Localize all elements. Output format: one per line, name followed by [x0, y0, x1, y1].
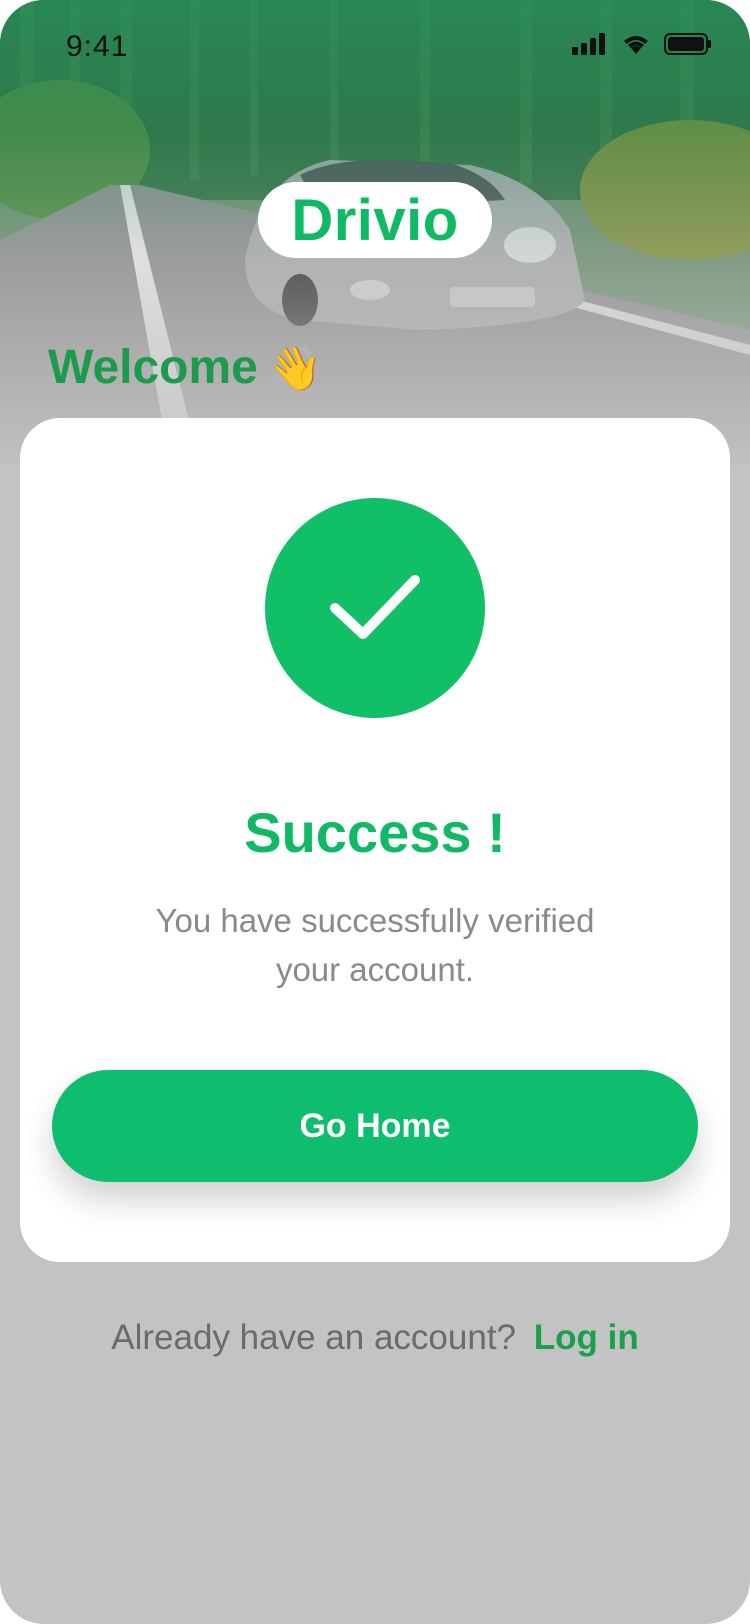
signal-icon	[572, 33, 605, 55]
welcome-text: Welcome	[48, 341, 258, 394]
checkmark-icon	[330, 575, 420, 639]
brand-logo: Drivio	[258, 182, 492, 258]
success-message: You have successfully verified your acco…	[155, 902, 595, 988]
phone-screen: 9:41 Drivio Welcome 👋 Success ! You have…	[0, 0, 750, 1624]
status-bar: 9:41	[0, 0, 750, 96]
success-card: Success ! You have successfully verified…	[20, 418, 730, 1262]
go-home-button[interactable]: Go Home	[52, 1070, 698, 1182]
battery-icon	[664, 33, 711, 55]
login-prompt: Already have an account? Log in	[0, 1318, 750, 1358]
login-prompt-text: Already have an account?	[111, 1318, 517, 1357]
wifi-icon	[624, 36, 648, 54]
login-link[interactable]: Log in	[534, 1318, 639, 1357]
status-icons	[572, 32, 712, 56]
welcome-heading: Welcome 👋	[48, 340, 323, 395]
success-title: Success !	[244, 801, 506, 864]
waving-hand-icon: 👋	[267, 343, 323, 393]
success-badge	[265, 498, 485, 718]
status-time: 9:41	[66, 30, 129, 63]
